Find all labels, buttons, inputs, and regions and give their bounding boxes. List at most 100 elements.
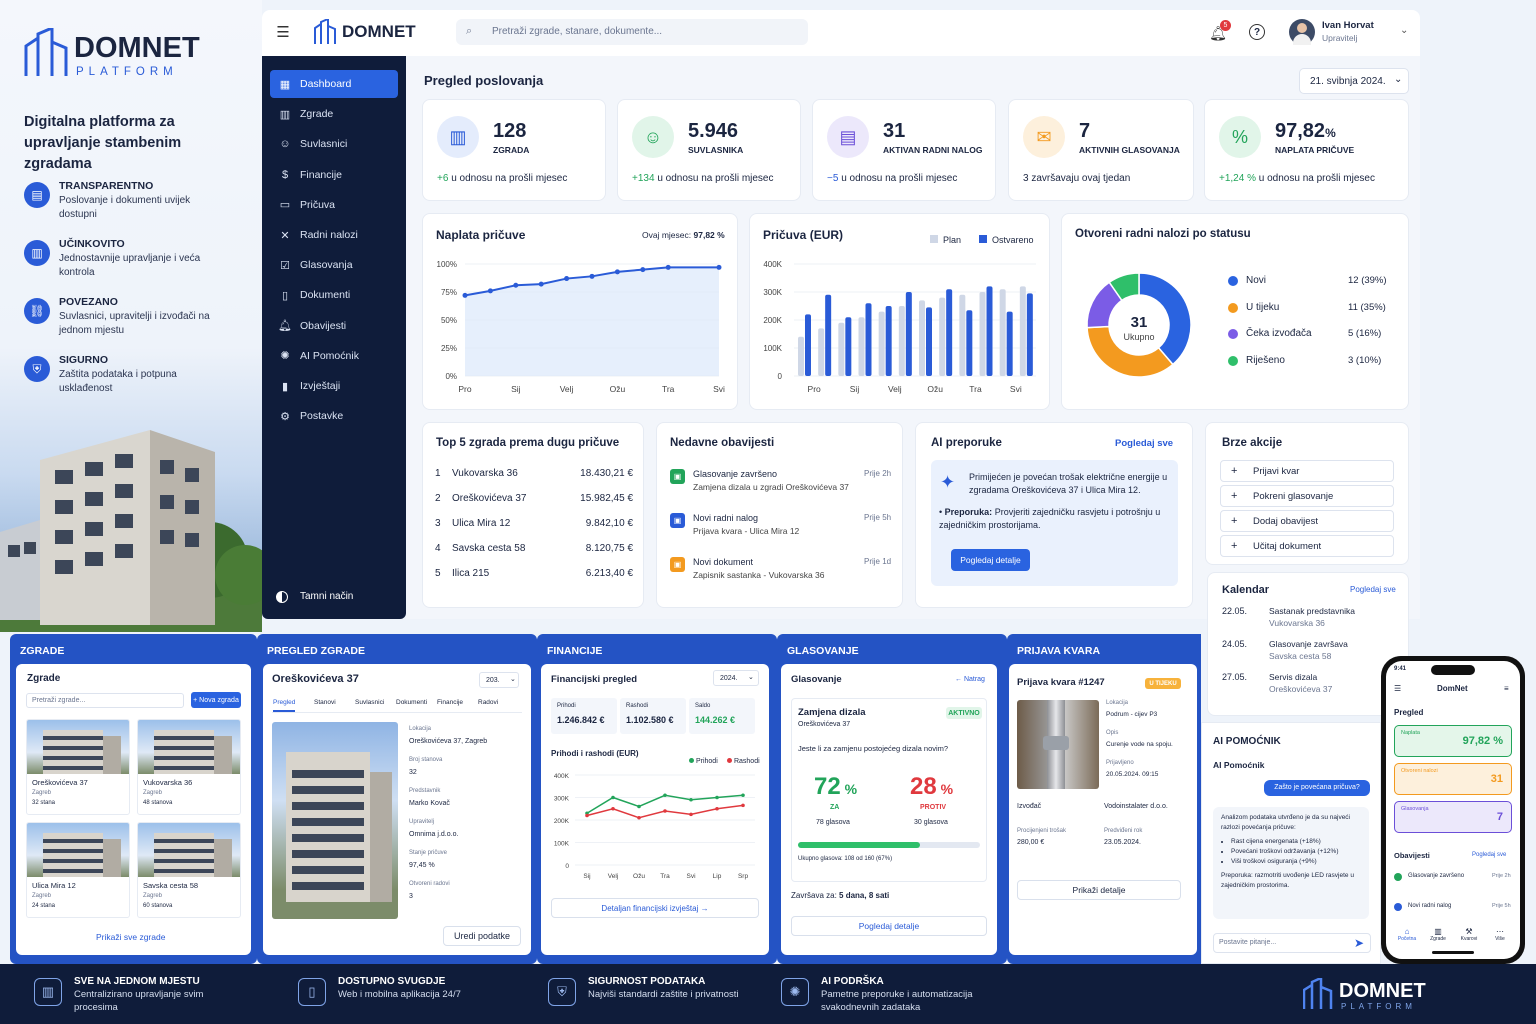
phone-nav-item[interactable]: ▥ Zgrade — [1423, 927, 1453, 947]
sidebar-item-dashboard[interactable]: ▦ Dashboard — [270, 70, 398, 98]
calendar-event[interactable]: 22.05. Sastanak predstavnika Vukovarska 36 — [1208, 606, 1408, 634]
phone-notice-time: Prije 2h — [1492, 873, 1511, 879]
table-row[interactable]: 1 Vukovarska 36 18.430,21 € — [423, 468, 645, 484]
zgrade-search-input[interactable]: Pretraži zgrade... — [26, 693, 184, 708]
quick-action-button[interactable]: + Dodaj obavijest — [1220, 510, 1394, 532]
search-input[interactable]: ⌕ Pretraži zgrade, stanare, dokumente... — [456, 19, 808, 45]
kpi-change-text: u odnosu na prošli mjesec — [1258, 173, 1375, 184]
back-link[interactable]: ← Natrag — [955, 676, 985, 683]
quick-action-button[interactable]: + Prijavi kvar — [1220, 460, 1394, 482]
fin-stat-label: Saldo — [695, 703, 711, 709]
tab-stanovi[interactable]: Stanovi — [314, 699, 336, 706]
pregled-select[interactable]: 203. ⌄ — [479, 672, 519, 688]
help-icon[interactable]: ? — [1249, 24, 1265, 40]
tab-suvlasnici[interactable]: Suvlasnici — [355, 699, 384, 706]
calendar-event[interactable]: 27.05. Servis dizala Oreškovićeva 37 — [1208, 672, 1408, 700]
sidebar-item-izvje-taji[interactable]: ▮ Izvještaji — [270, 372, 398, 400]
phone-stat-card[interactable]: Otvoreni nalozi 31 — [1394, 763, 1512, 795]
sidebar-item-dokumenti[interactable]: ▯ Dokumenti — [270, 281, 398, 309]
list-item[interactable]: ▣ Glasovanje završeno Zamjena dizala u zgr… — [657, 469, 904, 503]
y-tick-label: 100K — [763, 344, 782, 353]
financial-report-link[interactable]: Detaljan financijski izvještaj → — [551, 898, 759, 918]
phone-notices-link[interactable]: Pogledaj sve — [1472, 852, 1506, 858]
building-card[interactable]: Vukovarska 36 Zagreb 48 stanova — [137, 719, 241, 815]
due-label: Predviđeni rok — [1104, 828, 1143, 834]
list-item[interactable]: ▣ Novi dokument Zapisnik sastanka - Vukova… — [657, 557, 904, 591]
sidebar-item-pri-uva[interactable]: ▭ Pričuva — [270, 191, 398, 219]
home-icon: ⌂ — [1404, 927, 1410, 936]
date-select[interactable]: 21. svibnja 2024. ⌄ — [1299, 68, 1409, 94]
sidebar-item-financije[interactable]: $ Financije — [270, 161, 398, 189]
phone-list-icon[interactable]: ≡ — [1504, 684, 1509, 693]
new-building-button[interactable]: + Nova zgrada — [191, 692, 241, 708]
field-value: 3 — [409, 893, 413, 900]
table-row[interactable]: 3 Ulica Mira 12 9.842,10 € — [423, 518, 645, 534]
quick-action-button[interactable]: + Učitaj dokument — [1220, 535, 1394, 557]
data-point — [487, 288, 493, 294]
quick-action-button[interactable]: + Pokreni glasovanje — [1220, 485, 1394, 507]
kvar-details-button[interactable]: Prikaži detalje — [1017, 880, 1181, 900]
edit-details-button[interactable]: Uredi podatke — [443, 926, 521, 946]
sidebar-item-radni-nalozi[interactable]: ✕ Radni nalozi — [270, 221, 398, 249]
y-tick-label: 100K — [554, 841, 570, 848]
phone-nav-item[interactable]: ⚒ Kvarovi — [1454, 927, 1484, 947]
status-badge: AKTIVNO — [946, 707, 982, 719]
building-card[interactable]: Ulica Mira 12 Zagreb 24 stana — [26, 822, 130, 918]
phone-nav-item[interactable]: ⌂ Početna — [1392, 927, 1422, 947]
tab-pregled[interactable]: Pregled — [273, 699, 296, 712]
vote-details-button[interactable]: Pogledaj detalje — [791, 916, 987, 936]
ai-details-button[interactable]: Pogledaj detalje — [951, 549, 1030, 571]
fin-stat: Prihodi 1.246.842 € — [551, 698, 617, 734]
phone-stat-card[interactable]: Naplata 97,82 % — [1394, 725, 1512, 757]
kpi-change-text: u odnosu na prošli mjesec — [451, 173, 568, 184]
sidebar-item-ai-pomo-nik[interactable]: ✺ AI Pomoćnik — [270, 342, 398, 370]
table-row[interactable]: 4 Savska cesta 58 8.120,75 € — [423, 543, 645, 559]
yes-pct-value: 72 — [814, 773, 841, 800]
izvodac-label: Izvođač — [1017, 803, 1042, 810]
x-tick-label: Sij — [850, 384, 860, 394]
phone-stat-card[interactable]: Glasovanja 7 — [1394, 801, 1512, 833]
calendar-event[interactable]: 24.05. Glasovanje završava Savska cesta 58 — [1208, 639, 1408, 667]
year-select[interactable]: 2024. ⌄ — [713, 670, 759, 686]
footer-feature-desc: Pametne preporuke i automatizacija svako… — [821, 989, 973, 1013]
report-icon: ▮ — [281, 380, 289, 393]
tab-dokumenti[interactable]: Dokumenti — [396, 699, 427, 706]
phone-nav-item[interactable]: ⋯ Više — [1485, 927, 1515, 947]
table-row[interactable]: 5 Ilica 215 6.213,40 € — [423, 568, 645, 584]
avatar[interactable] — [1289, 19, 1315, 45]
dark-mode-toggle[interactable]: Tamni način — [274, 588, 394, 610]
fin-stat-label: Prihodi — [557, 703, 576, 709]
sidebar-item-suvlasnici[interactable]: ☺ Suvlasnici — [270, 130, 398, 158]
chevron-down-icon[interactable]: ⌄ — [1400, 25, 1408, 36]
answer-bullet: Povećani troškovi održavanja (+12%) — [1231, 847, 1361, 857]
kpi-change-text: u odnosu na prošli mjesec — [657, 173, 774, 184]
field-label: Prijavljeno — [1106, 760, 1134, 766]
field-label: Predstavnik — [409, 788, 441, 794]
sparkle-icon: ✦ — [940, 472, 956, 492]
quick-action-label: Pokreni glasovanje — [1253, 491, 1334, 502]
tab-financije[interactable]: Financije — [437, 699, 463, 706]
calendar-link[interactable]: Pogledaj sve — [1350, 585, 1396, 594]
y-tick-label: 300K — [763, 288, 782, 297]
ai-link[interactable]: Pogledaj sve — [1115, 438, 1173, 449]
tab-radovi[interactable]: Radovi — [478, 699, 498, 706]
quick-action-label: Učitaj dokument — [1253, 541, 1322, 552]
data-point — [614, 269, 620, 275]
show-all-buildings-link[interactable]: Prikaži sve zgrade — [96, 932, 165, 942]
building-card[interactable]: Oreškovićeva 37 Zagreb 32 stana — [26, 719, 130, 815]
sidebar-item-glasovanja[interactable]: ☑ Glasovanja — [270, 251, 398, 279]
table-row[interactable]: 2 Oreškovićeva 37 15.982,45 € — [423, 493, 645, 509]
phone-menu-icon[interactable]: ☰ — [1394, 684, 1401, 693]
list-item[interactable]: ▣ Novi radni nalog Prijava kvara - Ulica M… — [657, 513, 904, 547]
phone-notice[interactable]: Glasovanje završeno Prije 2h — [1386, 871, 1520, 885]
building-card[interactable]: Savska cesta 58 Zagreb 60 stanova — [137, 822, 241, 918]
sidebar-item-obavijesti[interactable]: 🔔︎ Obavijesti — [270, 312, 398, 340]
send-icon[interactable]: ➤ — [1354, 936, 1364, 950]
kpi-card: ▤ 31 AKTIVAN RADNI NALOG −5 u odnosu na pro… — [812, 99, 996, 201]
footer-feature: ⛨ SIGURNOST PODATAKA Najviši standardi zaš… — [548, 974, 778, 1018]
sidebar-item-zgrade[interactable]: ▥ Zgrade — [270, 100, 398, 128]
menu-icon[interactable]: ☰ — [274, 24, 292, 41]
sidebar-item-postavke[interactable]: ⚙ Postavke — [270, 402, 398, 430]
ai-chat-input[interactable]: Postavite pitanje... ➤ — [1213, 933, 1371, 953]
phone-notice[interactable]: Novi radni nalog Prije 5h — [1386, 901, 1520, 915]
